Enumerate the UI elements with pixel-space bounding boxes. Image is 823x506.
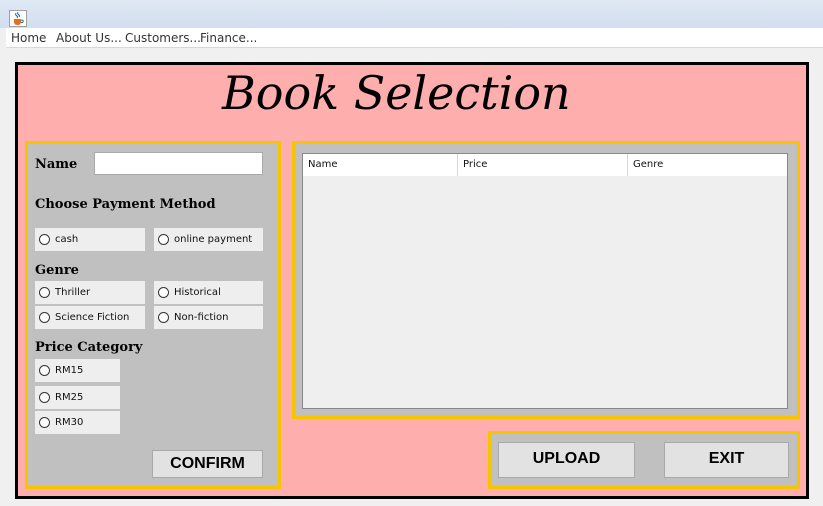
radio-non-fiction-label: Non-fiction [174, 312, 229, 323]
radio-rm15-label: RM15 [55, 365, 84, 376]
price-category-label: Price Category [35, 340, 143, 355]
radio-cash-label: cash [55, 234, 79, 245]
radio-unchecked-icon [39, 234, 50, 245]
radio-non-fiction[interactable]: Non-fiction [154, 306, 263, 329]
radio-unchecked-icon [158, 312, 169, 323]
java-cup-icon [9, 10, 27, 27]
name-label: Name [35, 157, 78, 172]
radio-rm25-label: RM25 [55, 392, 84, 403]
menu-item-about-us[interactable]: About Us... [56, 31, 122, 45]
book-table[interactable]: Name Price Genre [302, 153, 788, 409]
column-header-name[interactable]: Name [303, 154, 458, 176]
page-title: Book Selection [222, 66, 571, 120]
radio-science-fiction[interactable]: Science Fiction [35, 306, 145, 329]
payment-method-label: Choose Payment Method [35, 197, 216, 212]
exit-button[interactable]: EXIT [664, 442, 789, 478]
genre-label: Genre [35, 263, 79, 278]
radio-unchecked-icon [39, 312, 50, 323]
menu-item-customers[interactable]: Customers... [125, 31, 201, 45]
radio-unchecked-icon [158, 287, 169, 298]
radio-unchecked-icon [39, 365, 50, 376]
radio-cash[interactable]: cash [35, 228, 145, 251]
menu-item-home[interactable]: Home [11, 31, 46, 45]
radio-thriller[interactable]: Thriller [35, 281, 145, 304]
radio-rm30-label: RM30 [55, 417, 84, 428]
radio-unchecked-icon [158, 234, 169, 245]
menu-item-finance[interactable]: Finance... [200, 31, 257, 45]
radio-unchecked-icon [39, 417, 50, 428]
radio-rm15[interactable]: RM15 [35, 359, 120, 382]
radio-unchecked-icon [39, 392, 50, 403]
confirm-button[interactable]: CONFIRM [152, 450, 263, 478]
column-header-genre[interactable]: Genre [628, 154, 787, 176]
radio-science-fiction-label: Science Fiction [55, 312, 130, 323]
radio-rm30[interactable]: RM30 [35, 411, 120, 434]
radio-historical-label: Historical [174, 287, 221, 298]
radio-online-payment[interactable]: online payment [154, 228, 263, 251]
radio-rm25[interactable]: RM25 [35, 386, 120, 409]
name-input[interactable] [94, 152, 263, 175]
window-titlebar [0, 0, 823, 28]
radio-unchecked-icon [39, 287, 50, 298]
column-header-price[interactable]: Price [458, 154, 628, 176]
radio-historical[interactable]: Historical [154, 281, 263, 304]
upload-button[interactable]: UPLOAD [498, 442, 635, 478]
menu-bar: Home About Us... Customers... Finance... [6, 28, 823, 48]
radio-thriller-label: Thriller [55, 287, 91, 298]
table-header: Name Price Genre [303, 154, 787, 176]
radio-online-payment-label: online payment [174, 234, 253, 245]
